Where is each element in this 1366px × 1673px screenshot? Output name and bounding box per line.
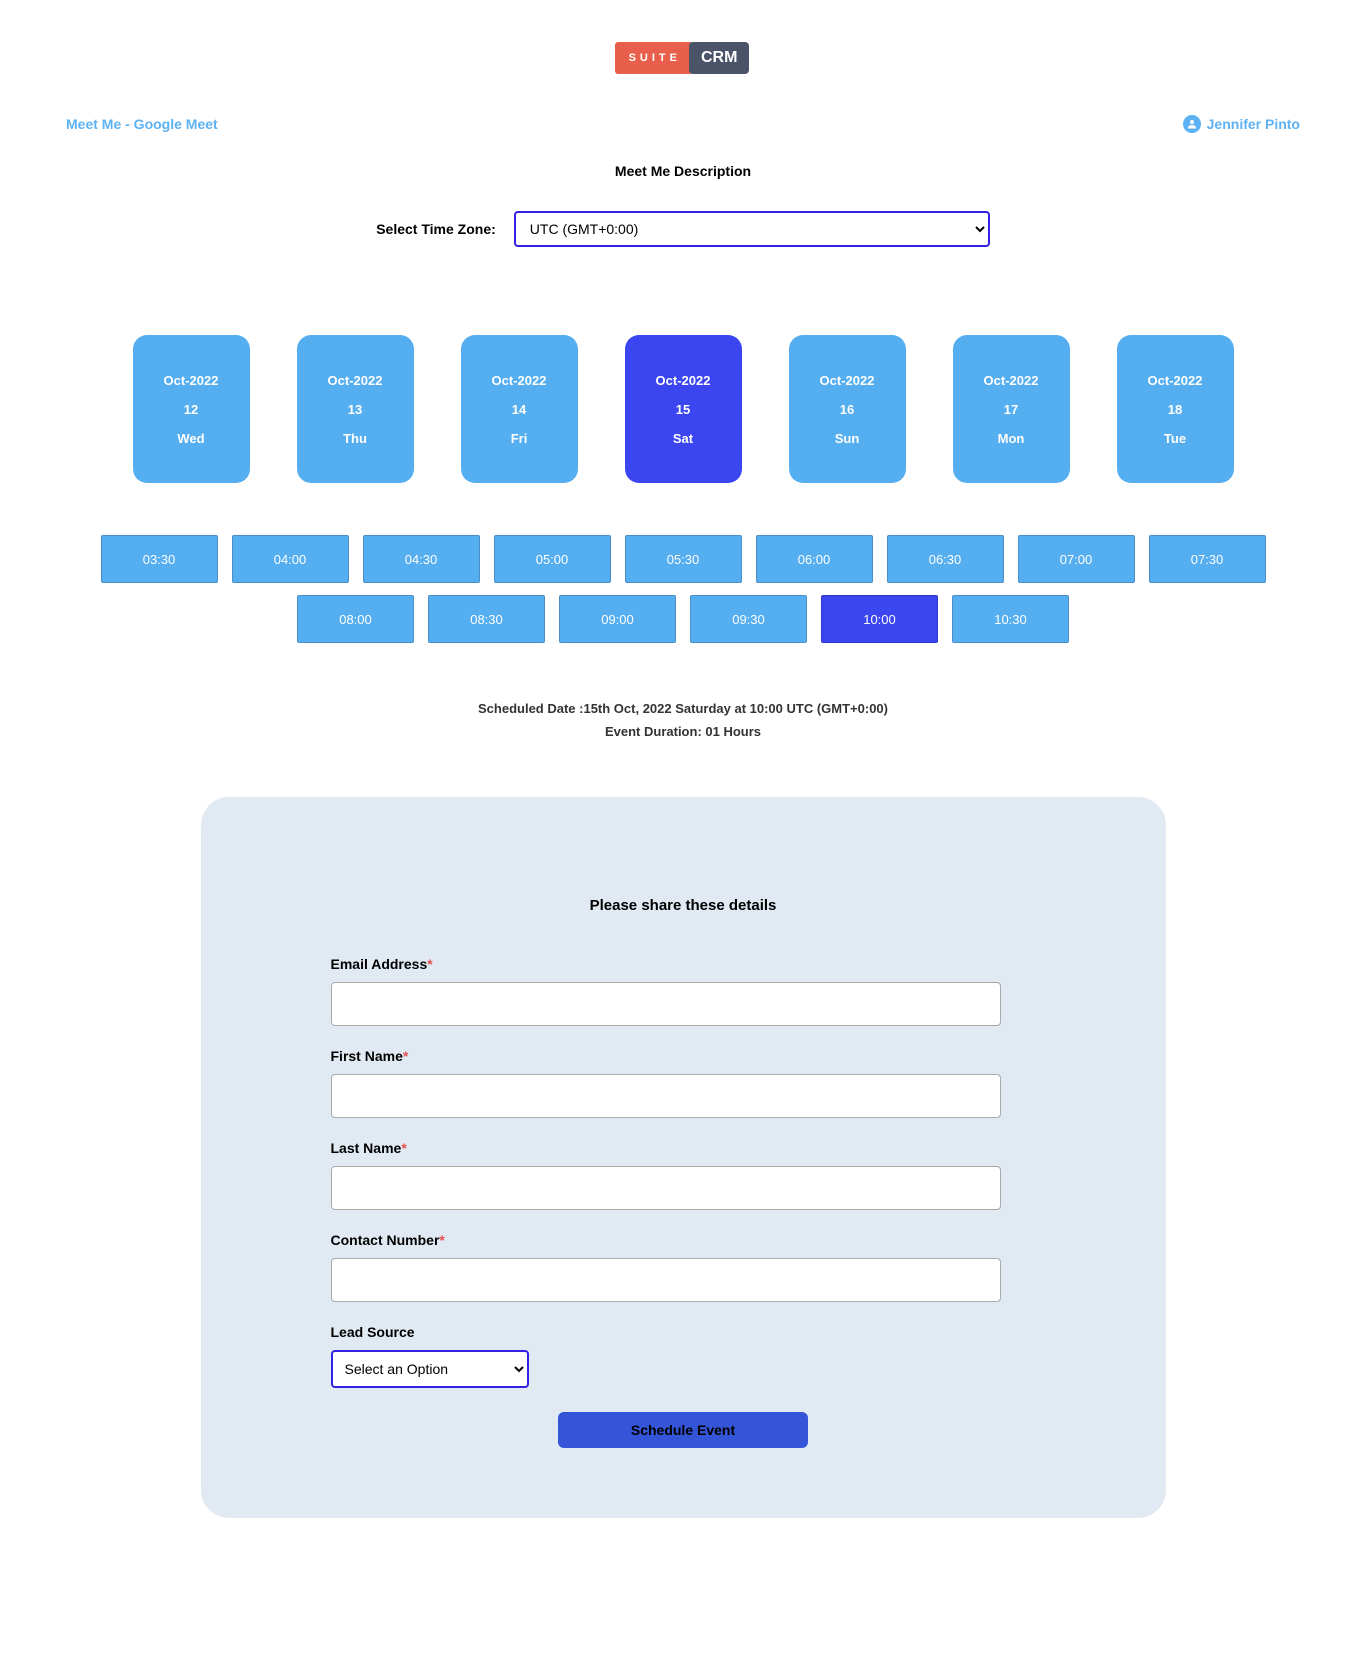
time-card[interactable]: 08:30 (428, 595, 545, 643)
time-card[interactable]: 06:30 (887, 535, 1004, 583)
date-day: 16 (840, 402, 854, 417)
meet-me-link[interactable]: Meet Me - Google Meet (66, 116, 218, 132)
logo-suite: SUITE (615, 42, 691, 74)
time-card[interactable]: 05:30 (625, 535, 742, 583)
submit-row: Schedule Event (331, 1412, 1036, 1448)
contact-number-input[interactable] (331, 1258, 1001, 1302)
date-day: 13 (348, 402, 362, 417)
date-dow: Tue (1164, 431, 1186, 446)
date-dow: Sat (673, 431, 693, 446)
lead-source-label: Lead Source (331, 1324, 1036, 1340)
date-card[interactable]: Oct-2022 12 Wed (133, 335, 250, 483)
date-month: Oct-2022 (328, 373, 383, 388)
header-row: Meet Me - Google Meet Jennifer Pinto (0, 87, 1366, 133)
timezone-row: Select Time Zone: UTC (GMT+0:00) (0, 189, 1366, 269)
time-card[interactable]: 07:30 (1149, 535, 1266, 583)
time-card[interactable]: 04:30 (363, 535, 480, 583)
date-month: Oct-2022 (984, 373, 1039, 388)
details-form-card: Please share these details Email Address… (201, 797, 1166, 1518)
lead-source-select[interactable]: Select an Option (331, 1350, 529, 1388)
date-day: 15 (676, 402, 690, 417)
user-name: Jennifer Pinto (1207, 116, 1300, 132)
last-name-input[interactable] (331, 1166, 1001, 1210)
scheduled-summary: Scheduled Date :15th Oct, 2022 Saturday … (0, 655, 1366, 720)
timezone-label: Select Time Zone: (376, 221, 496, 237)
time-card[interactable]: 05:00 (494, 535, 611, 583)
email-field-group: Email Address* (331, 956, 1036, 1026)
date-dow: Sun (835, 431, 860, 446)
date-card[interactable]: Oct-2022 16 Sun (789, 335, 906, 483)
email-input[interactable] (331, 982, 1001, 1026)
contact-number-field-group: Contact Number* (331, 1232, 1036, 1302)
time-picker-wrap: 03:30 04:00 04:30 05:00 05:30 06:00 06:30 07:00… (0, 499, 1366, 643)
time-card[interactable]: 03:30 (101, 535, 218, 583)
date-month: Oct-2022 (1148, 373, 1203, 388)
event-duration: Event Duration: 01 Hours (0, 720, 1366, 743)
logo-row: SUITE CRM (0, 0, 1366, 87)
date-card[interactable]: Oct-2022 14 Fri (461, 335, 578, 483)
first-name-input[interactable] (331, 1074, 1001, 1118)
date-picker-row: Oct-202212WedOct-202213ThuOct-202214FriO… (0, 269, 1366, 499)
time-card[interactable]: 09:00 (559, 595, 676, 643)
logo-crm: CRM (689, 42, 749, 74)
time-card[interactable]: 07:00 (1018, 535, 1135, 583)
user-badge[interactable]: Jennifer Pinto (1183, 115, 1300, 133)
first-name-label: First Name* (331, 1048, 1036, 1064)
date-card[interactable]: Oct-2022 17 Mon (953, 335, 1070, 483)
date-month: Oct-2022 (164, 373, 219, 388)
timezone-select[interactable]: UTC (GMT+0:00) (514, 211, 990, 247)
date-day: 18 (1168, 402, 1182, 417)
date-card[interactable]: Oct-2022 18 Tue (1117, 335, 1234, 483)
first-name-field-group: First Name* (331, 1048, 1036, 1118)
time-card[interactable]: 04:00 (232, 535, 349, 583)
last-name-field-group: Last Name* (331, 1140, 1036, 1210)
date-month: Oct-2022 (820, 373, 875, 388)
person-icon (1183, 115, 1201, 133)
email-label: Email Address* (331, 956, 1036, 972)
date-month: Oct-2022 (656, 373, 711, 388)
date-dow: Mon (998, 431, 1025, 446)
last-name-label: Last Name* (331, 1140, 1036, 1156)
date-dow: Fri (511, 431, 528, 446)
schedule-event-button[interactable]: Schedule Event (558, 1412, 808, 1448)
page-description: Meet Me Description (0, 133, 1366, 189)
time-row-1: 03:30 04:00 04:30 05:00 05:30 06:00 06:30 07:00… (64, 535, 1302, 583)
date-month: Oct-2022 (492, 373, 547, 388)
date-dow: Wed (177, 431, 204, 446)
date-dow: Thu (343, 431, 367, 446)
date-day: 14 (512, 402, 526, 417)
time-card[interactable]: 08:00 (297, 595, 414, 643)
date-day: 12 (184, 402, 198, 417)
contact-number-label: Contact Number* (331, 1232, 1036, 1248)
time-card[interactable]: 10:00 (821, 595, 938, 643)
lead-source-field-group: Lead Source Select an Option (331, 1324, 1036, 1388)
time-card[interactable]: 09:30 (690, 595, 807, 643)
time-card[interactable]: 10:30 (952, 595, 1069, 643)
date-day: 17 (1004, 402, 1018, 417)
time-card[interactable]: 06:00 (756, 535, 873, 583)
date-card[interactable]: Oct-2022 15 Sat (625, 335, 742, 483)
suitecrm-logo: SUITE CRM (615, 42, 752, 74)
form-title: Please share these details (331, 897, 1036, 914)
date-card[interactable]: Oct-2022 13 Thu (297, 335, 414, 483)
time-row-2: 08:00 08:30 09:00 09:30 10:00 10:30 (64, 595, 1302, 643)
